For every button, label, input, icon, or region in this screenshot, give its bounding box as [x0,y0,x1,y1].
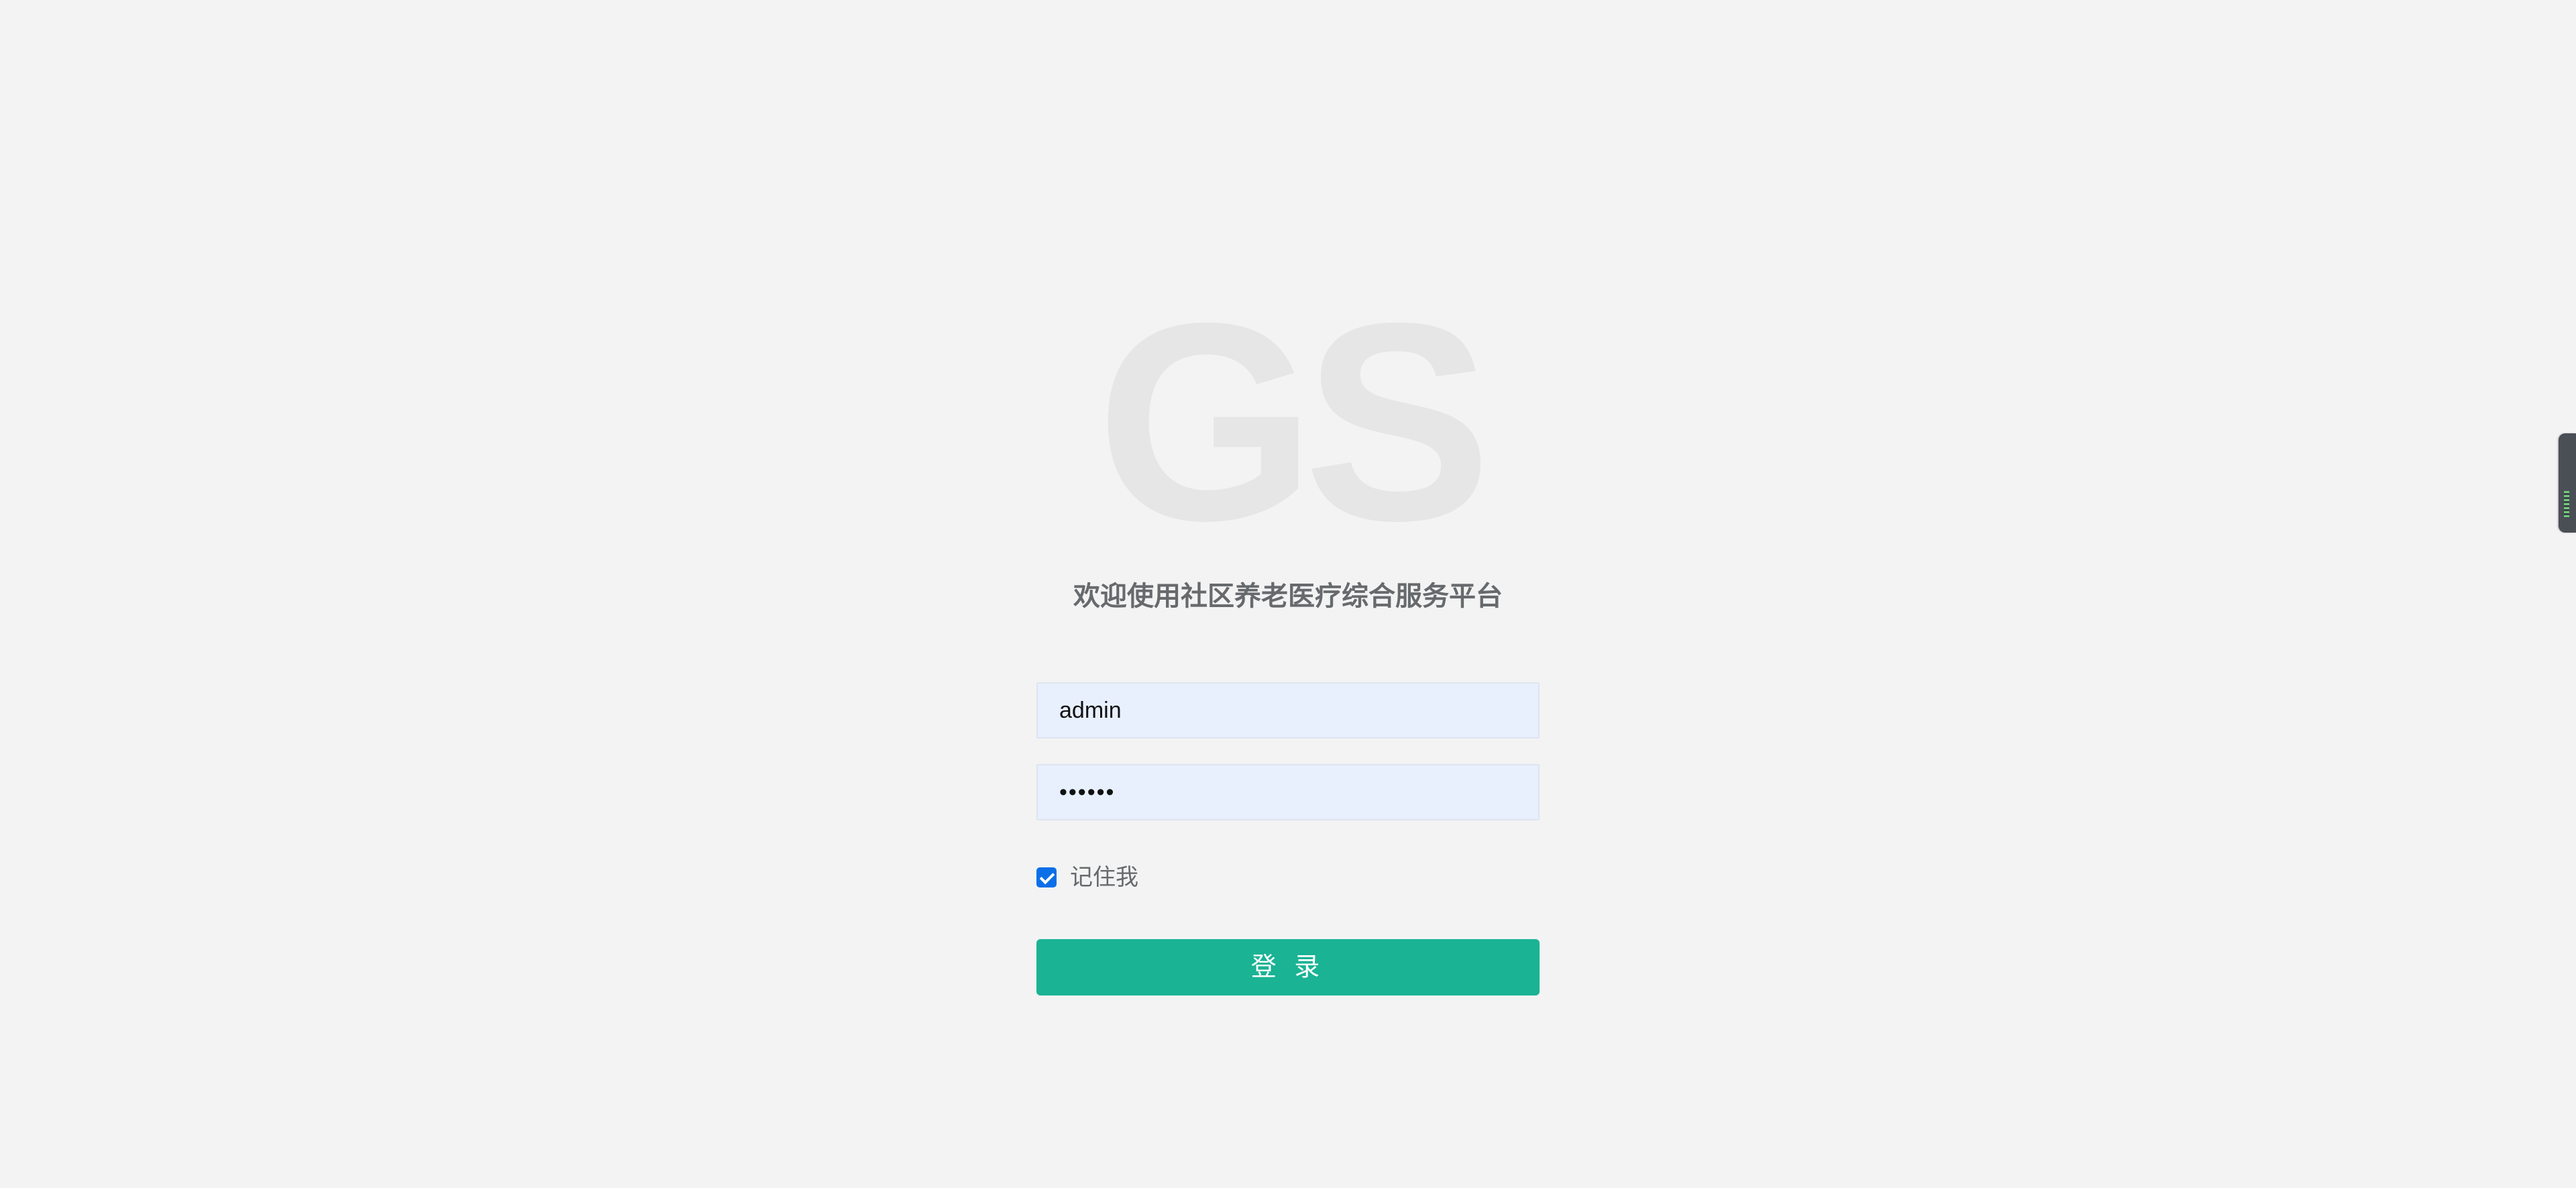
remember-checkbox[interactable] [1036,867,1057,887]
remember-label: 记住我 [1070,865,1138,890]
logo: GS [1096,265,1492,580]
side-panel-indicator [2564,491,2569,518]
side-panel-icon[interactable] [2559,433,2576,533]
login-page: GS 欢迎使用社区养老医疗综合服务平台 记住我 登 录 [0,0,2576,1188]
password-input[interactable] [1036,764,1540,820]
username-input[interactable] [1036,682,1540,739]
remember-me[interactable]: 记住我 [1036,864,1138,891]
welcome-title: 欢迎使用社区养老医疗综合服务平台 [1073,582,1503,611]
login-button[interactable]: 登 录 [1036,939,1540,995]
